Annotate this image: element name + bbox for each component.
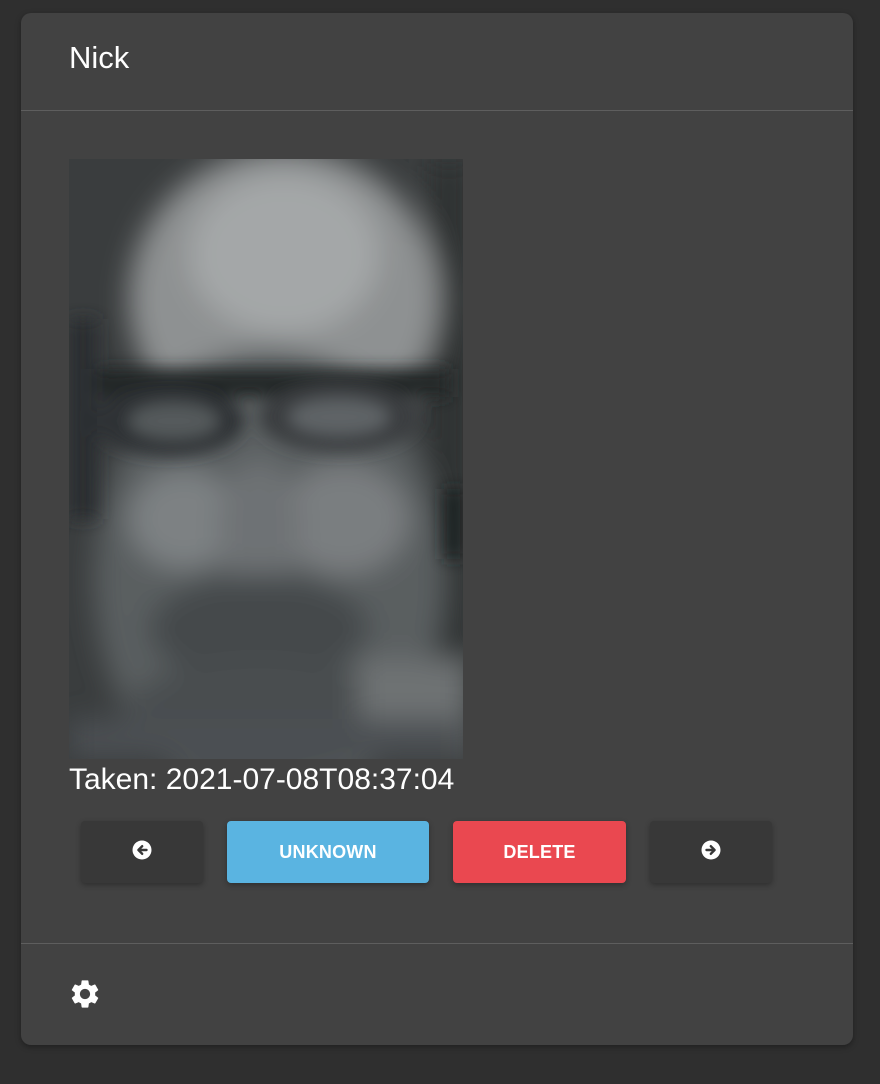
person-card: Nick Taken: 2021-07-08T08:37:04 UNKNOWN … — [21, 13, 853, 1045]
face-photo — [69, 159, 463, 759]
card-body: Taken: 2021-07-08T08:37:04 UNKNOWN DELET… — [21, 111, 853, 944]
arrow-right-circle-icon — [701, 840, 721, 865]
taken-timestamp: Taken: 2021-07-08T08:37:04 — [69, 763, 455, 796]
gear-icon[interactable] — [68, 977, 102, 1011]
unknown-button[interactable]: UNKNOWN — [227, 821, 429, 883]
next-button[interactable] — [650, 821, 772, 883]
previous-button[interactable] — [81, 821, 203, 883]
card-footer — [21, 944, 853, 1044]
delete-button[interactable]: DELETE — [453, 821, 626, 883]
card-header: Nick — [21, 13, 853, 111]
arrow-left-circle-icon — [132, 840, 152, 865]
person-name: Nick — [69, 39, 130, 75]
action-buttons: UNKNOWN DELETE — [21, 821, 853, 883]
